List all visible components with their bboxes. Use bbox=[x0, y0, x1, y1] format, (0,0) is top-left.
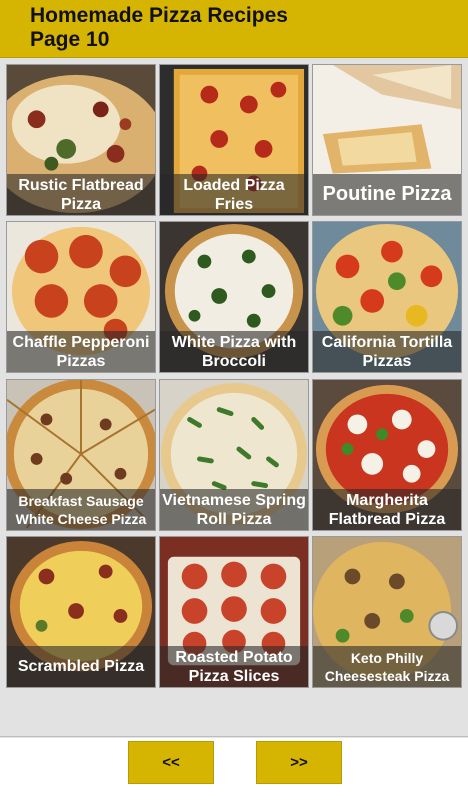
recipe-tile-white-pizza-with-broccoli[interactable]: White Pizza with Broccoli bbox=[159, 221, 309, 373]
recipe-title: Roasted Potato Pizza Slices bbox=[160, 646, 308, 687]
recipe-title: Scrambled Pizza bbox=[7, 646, 155, 687]
recipe-title: Margherita Flatbread Pizza bbox=[313, 489, 461, 530]
app-header: Homemade Pizza Recipes Page 10 bbox=[0, 0, 468, 58]
recipe-title: Loaded Pizza Fries bbox=[160, 174, 308, 215]
recipe-tile-keto-philly-cheesesteak-pizza[interactable]: Keto Philly Cheesesteak Pizza bbox=[312, 536, 462, 688]
previous-page-button[interactable]: << bbox=[128, 741, 214, 784]
recipe-title: California Tortilla Pizzas bbox=[313, 331, 461, 372]
recipe-tile-margherita-flatbread-pizza[interactable]: Margherita Flatbread Pizza bbox=[312, 379, 462, 531]
recipe-title: Keto Philly Cheesesteak Pizza bbox=[313, 646, 461, 687]
recipe-title: Chaffle Pepperoni Pizzas bbox=[7, 331, 155, 372]
recipe-tile-vietnamese-spring-roll-pizza[interactable]: Vietnamese Spring Roll Pizza bbox=[159, 379, 309, 531]
page-number: Page 10 bbox=[30, 28, 110, 51]
recipe-tile-scrambled-pizza[interactable]: Scrambled Pizza bbox=[6, 536, 156, 688]
recipe-grid: Rustic Flatbread Pizza Loaded Pizza Frie… bbox=[0, 58, 468, 738]
recipe-tile-chaffle-pepperoni-pizzas[interactable]: Chaffle Pepperoni Pizzas bbox=[6, 221, 156, 373]
page-title: Homemade Pizza Recipes bbox=[30, 4, 288, 27]
recipe-title: Poutine Pizza bbox=[313, 174, 461, 215]
footer-divider bbox=[0, 736, 468, 737]
recipe-title: Rustic Flatbread Pizza bbox=[7, 174, 155, 215]
recipe-title: White Pizza with Broccoli bbox=[160, 331, 308, 372]
recipe-title: Vietnamese Spring Roll Pizza bbox=[160, 489, 308, 530]
recipe-tile-poutine-pizza[interactable]: Poutine Pizza bbox=[312, 64, 462, 216]
recipe-tile-loaded-pizza-fries[interactable]: Loaded Pizza Fries bbox=[159, 64, 309, 216]
recipe-tile-breakfast-sausage-white-cheese-pizza[interactable]: Breakfast Sausage White Cheese Pizza bbox=[6, 379, 156, 531]
recipe-title: Breakfast Sausage White Cheese Pizza bbox=[7, 489, 155, 530]
recipe-tile-california-tortilla-pizzas[interactable]: California Tortilla Pizzas bbox=[312, 221, 462, 373]
recipe-tile-rustic-flatbread-pizza[interactable]: Rustic Flatbread Pizza bbox=[6, 64, 156, 216]
recipe-tile-roasted-potato-pizza-slices[interactable]: Roasted Potato Pizza Slices bbox=[159, 536, 309, 688]
next-page-button[interactable]: >> bbox=[256, 741, 342, 784]
